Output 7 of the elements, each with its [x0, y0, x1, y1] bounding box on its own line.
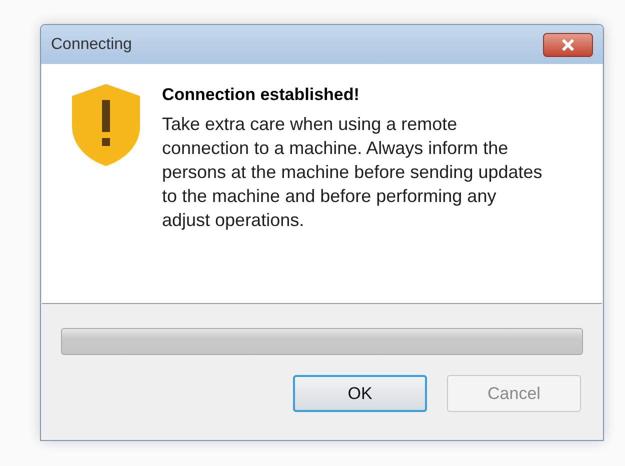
close-icon [561, 38, 575, 50]
window-title: Connecting [51, 34, 132, 54]
message-heading: Connection established! [162, 84, 360, 106]
ok-button[interactable]: OK [293, 375, 427, 412]
close-button[interactable] [543, 32, 593, 56]
warning-shield-icon [70, 82, 142, 168]
message-text: Take extra care when using a remote connection to a machine. Always inform the persons at the machine before sending updates to the machine and before performing any adjust operations. [162, 112, 544, 232]
